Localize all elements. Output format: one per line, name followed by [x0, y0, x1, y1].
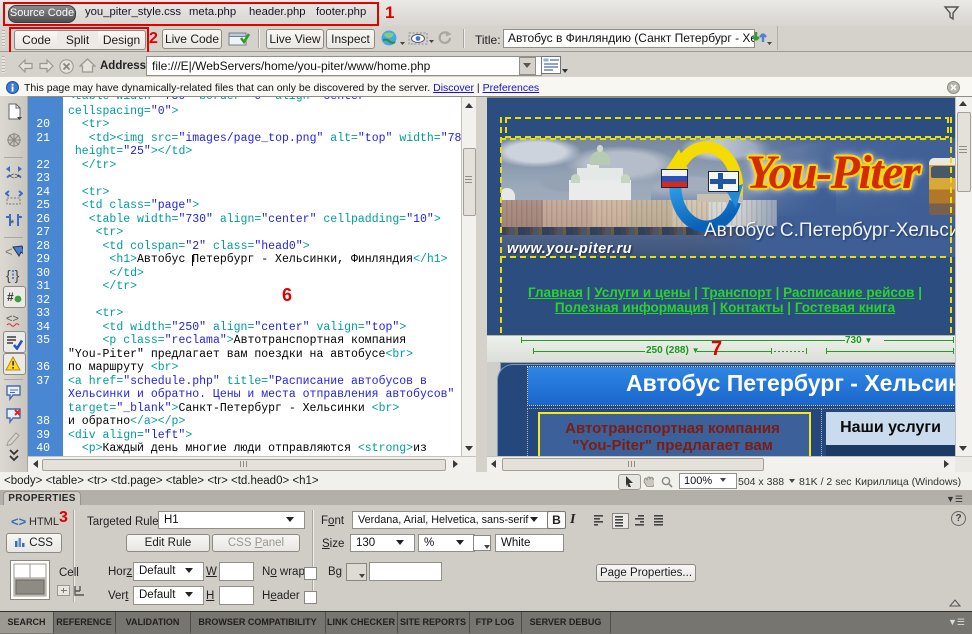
svg-text:#: #: [7, 290, 14, 304]
svg-text:<>: <>: [9, 171, 20, 180]
svg-text:<: <: [5, 244, 13, 259]
svg-text:<>: <>: [6, 313, 19, 325]
svg-text:*: *: [10, 218, 15, 229]
